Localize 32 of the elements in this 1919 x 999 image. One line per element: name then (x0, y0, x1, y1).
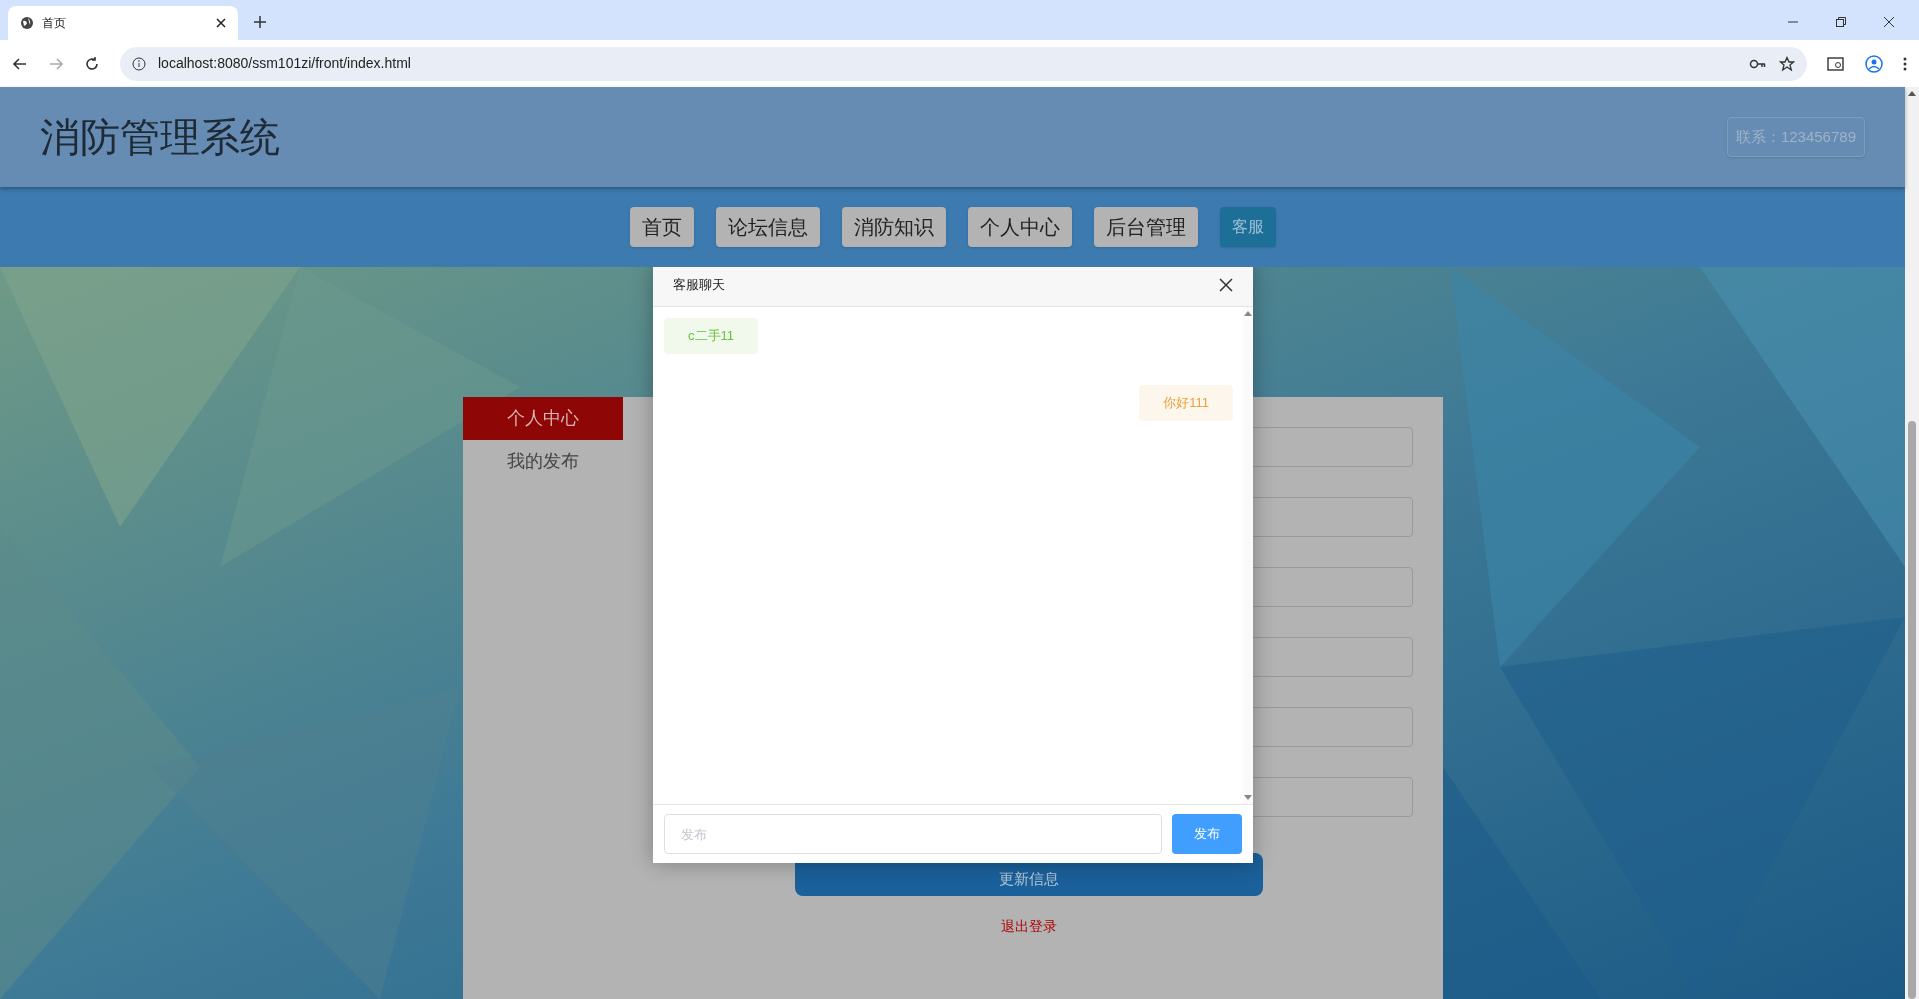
dialog-title: 客服聊天 (673, 276, 725, 295)
nav-button[interactable]: 论坛信息 (715, 207, 820, 247)
profile-icon[interactable] (1865, 54, 1883, 73)
tab-search-icon[interactable] (1827, 55, 1845, 72)
chat-message: c二手11 (664, 318, 758, 354)
nav-button[interactable]: 后台管理 (1093, 207, 1198, 247)
back-icon[interactable] (12, 55, 28, 72)
close-icon[interactable] (216, 18, 226, 28)
nav-button[interactable]: 个人中心 (967, 207, 1072, 247)
sidebar-item[interactable]: 个人中心 (463, 397, 623, 440)
new-tab-icon[interactable] (254, 16, 266, 28)
chat-message: 你好111 (1139, 385, 1233, 421)
contact-badge: 联系：123456789 (1726, 116, 1865, 158)
nav-button[interactable]: 消防知识 (841, 207, 946, 247)
logout-link[interactable]: 退出登录 (1001, 916, 1057, 937)
url-text: localhost:8080/ssm101zi/front/index.html (158, 54, 412, 73)
restore-icon[interactable] (1835, 16, 1847, 28)
sidebar-item[interactable]: 我的发布 (463, 440, 623, 483)
menu-icon[interactable] (1903, 55, 1907, 72)
scroll-up-icon[interactable] (1908, 91, 1916, 96)
scroll-thumb[interactable] (1908, 421, 1916, 999)
star-icon[interactable] (1779, 55, 1795, 72)
message-input[interactable]: 发布 (664, 814, 1162, 854)
close-icon[interactable] (1883, 16, 1895, 28)
close-icon[interactable] (1219, 278, 1233, 292)
site-title: 消防管理系统 (40, 114, 280, 161)
scroll-up-icon[interactable] (1244, 311, 1252, 316)
info-icon (132, 56, 146, 71)
scroll-down-icon[interactable] (1244, 795, 1252, 800)
nav-button[interactable]: 首页 (629, 207, 694, 247)
reload-icon[interactable] (84, 55, 100, 72)
address-bar[interactable]: localhost:8080/ssm101zi/front/index.html (120, 46, 1807, 81)
